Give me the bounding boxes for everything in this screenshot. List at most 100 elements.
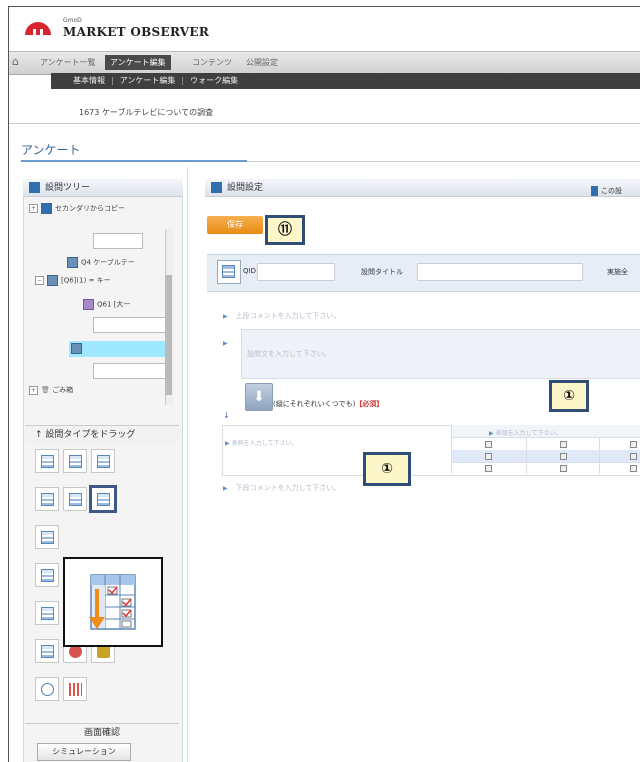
app-window: GmoD MARKET OBSERVER ⌂ アンケート一覧 アンケート編集 コ…: [8, 6, 640, 762]
tree-input[interactable]: [93, 233, 143, 249]
expand-icon[interactable]: +: [29, 204, 38, 213]
subnav-walk-edit[interactable]: ウォーク編集: [190, 76, 238, 85]
trash-item[interactable]: + 🗑 ごみ箱: [29, 385, 73, 395]
tree-item-label: [Q6](1) = キー: [61, 276, 111, 285]
side-link[interactable]: この設: [591, 186, 622, 196]
qid-input[interactable]: [257, 263, 335, 281]
number-type-icon[interactable]: [35, 563, 59, 587]
tree-item[interactable]: Q61 [大一: [83, 299, 130, 310]
tree-item-label: Q4 ケーブルテー: [81, 258, 135, 267]
brand-logo-icon: [25, 22, 51, 35]
answer-instruction: (縦にそれぞれいくつでも)【必須】: [273, 399, 383, 409]
trash-label: ごみ箱: [52, 386, 74, 394]
matrix-single-type-icon[interactable]: [35, 487, 59, 511]
main-nav: [9, 51, 640, 75]
question-tree-header: 設問ツリー: [23, 179, 183, 197]
tree-item-selected[interactable]: [69, 341, 165, 357]
matrix-checkbox[interactable]: [485, 453, 492, 460]
bookmark-icon: [591, 186, 598, 196]
side-link-label: この設: [601, 187, 622, 195]
matrix-checkbox[interactable]: [560, 441, 567, 448]
grid-divider: [599, 438, 600, 474]
question-icon: [67, 257, 78, 268]
matrix-checkbox[interactable]: [485, 465, 492, 472]
tab-survey-edit[interactable]: アンケート編集: [105, 55, 171, 70]
matrix-checkbox[interactable]: [630, 441, 637, 448]
question-title-input[interactable]: [417, 263, 583, 281]
tree-item[interactable]: Q4 ケーブルテー: [67, 257, 135, 268]
tab-publish-settings[interactable]: 公開設定: [241, 55, 283, 70]
question-tree-title: 設問ツリー: [45, 183, 91, 193]
tree-item[interactable]: − [Q6](1) = キー: [35, 275, 111, 286]
grid-row: [452, 462, 640, 474]
question-text-marker: ▶: [223, 340, 228, 347]
question-type-header: ↑ 設問タイプをドラッグ: [25, 425, 179, 443]
matrix-checkbox[interactable]: [485, 441, 492, 448]
dropdown-type-icon[interactable]: [91, 449, 115, 473]
save-button[interactable]: 保存: [207, 216, 263, 234]
matrix-column-multi-type-icon[interactable]: [89, 485, 117, 513]
scrollbar-thumb[interactable]: [165, 275, 172, 395]
matrix-column-multi-zoom-icon: [63, 557, 163, 647]
expand-icon[interactable]: +: [29, 385, 38, 395]
ranking-type-icon[interactable]: [35, 639, 59, 663]
qid-label: QID: [243, 267, 256, 275]
question-icon: [83, 299, 94, 310]
copy-icon: [41, 203, 52, 214]
survey-title: 1673 ケーブルテレビについての調査: [79, 108, 214, 117]
all-label: 実施全: [607, 268, 628, 276]
row-header-input[interactable]: ▶ 表側を入力して下さい。: [225, 438, 297, 447]
person-icon[interactable]: [35, 677, 59, 701]
brand-subtitle: GmoD: [63, 17, 82, 24]
divider: [9, 123, 640, 124]
multi-choice-type-icon[interactable]: [63, 449, 87, 473]
people-icon[interactable]: [63, 677, 87, 701]
settings-icon: [211, 182, 222, 193]
divider: [247, 161, 640, 162]
sub-nav: 基本情報 | アンケート編集 | ウォーク編集: [51, 73, 640, 89]
subnav-survey-edit[interactable]: アンケート編集: [120, 76, 176, 85]
matrix-checkbox[interactable]: [630, 453, 637, 460]
tree-input[interactable]: [93, 317, 167, 333]
grid-divider: [526, 438, 527, 474]
matrix-checkbox[interactable]: [630, 465, 637, 472]
instruction-text: (縦にそれぞれいくつでも): [273, 400, 356, 408]
column-header-input[interactable]: ▶ 表頭を入力して下さい。: [489, 428, 561, 437]
simulation-button[interactable]: シミュレーション: [37, 743, 131, 761]
matrix-checkbox[interactable]: [560, 465, 567, 472]
panel-divider[interactable]: [187, 167, 188, 762]
collapse-icon[interactable]: −: [35, 276, 44, 285]
row-header-placeholder: 表側を入力して下さい。: [231, 440, 298, 447]
question-icon: [71, 343, 82, 354]
upper-comment-placeholder: 上段コメントを入力して下さい。: [235, 312, 341, 320]
annotation-badge: ⑪: [265, 215, 305, 245]
upper-comment-input[interactable]: ▶ 上段コメントを入力して下さい。: [223, 311, 340, 321]
annotation-badge: ①: [549, 380, 589, 412]
tree-icon: [29, 182, 40, 193]
column-header-placeholder: 表頭を入力して下さい。: [495, 430, 562, 437]
matrix-checkbox[interactable]: [560, 453, 567, 460]
single-choice-type-icon[interactable]: [35, 449, 59, 473]
tree-input[interactable]: [93, 363, 167, 379]
matrix-column-multi-zoom-drawing: [89, 574, 136, 630]
question-text-placeholder: 設問文を入力して下さい。: [247, 350, 331, 358]
tab-survey-list[interactable]: アンケート一覧: [35, 55, 101, 70]
screen-confirm-header: 画面確認: [25, 723, 179, 742]
down-arrow-icon: ↓: [223, 411, 230, 420]
matrix-multi-type-icon[interactable]: [63, 487, 87, 511]
tab-contents[interactable]: コンテンツ: [187, 55, 237, 70]
question-type-title: 設問タイプをドラッグ: [45, 430, 136, 440]
home-icon[interactable]: ⌂: [12, 55, 26, 69]
tree-item-label: Q61 [大一: [97, 300, 131, 309]
download-arrow-icon[interactable]: ⬇: [245, 383, 273, 411]
copy-from-secondary[interactable]: + セカンダリからコピー: [29, 203, 125, 214]
text-type-icon[interactable]: [35, 525, 59, 549]
freeform-type-icon[interactable]: [35, 601, 59, 625]
lower-comment-input[interactable]: ▶ 下段コメントを入力して下さい。: [223, 483, 340, 493]
annotation-badge: ①: [363, 452, 411, 486]
subnav-basic-info[interactable]: 基本情報: [73, 76, 105, 85]
question-settings-header: 設問設定: [205, 179, 640, 197]
question-settings-title: 設問設定: [227, 183, 264, 193]
title-underline: [21, 160, 247, 162]
trash-icon: 🗑: [41, 386, 50, 394]
